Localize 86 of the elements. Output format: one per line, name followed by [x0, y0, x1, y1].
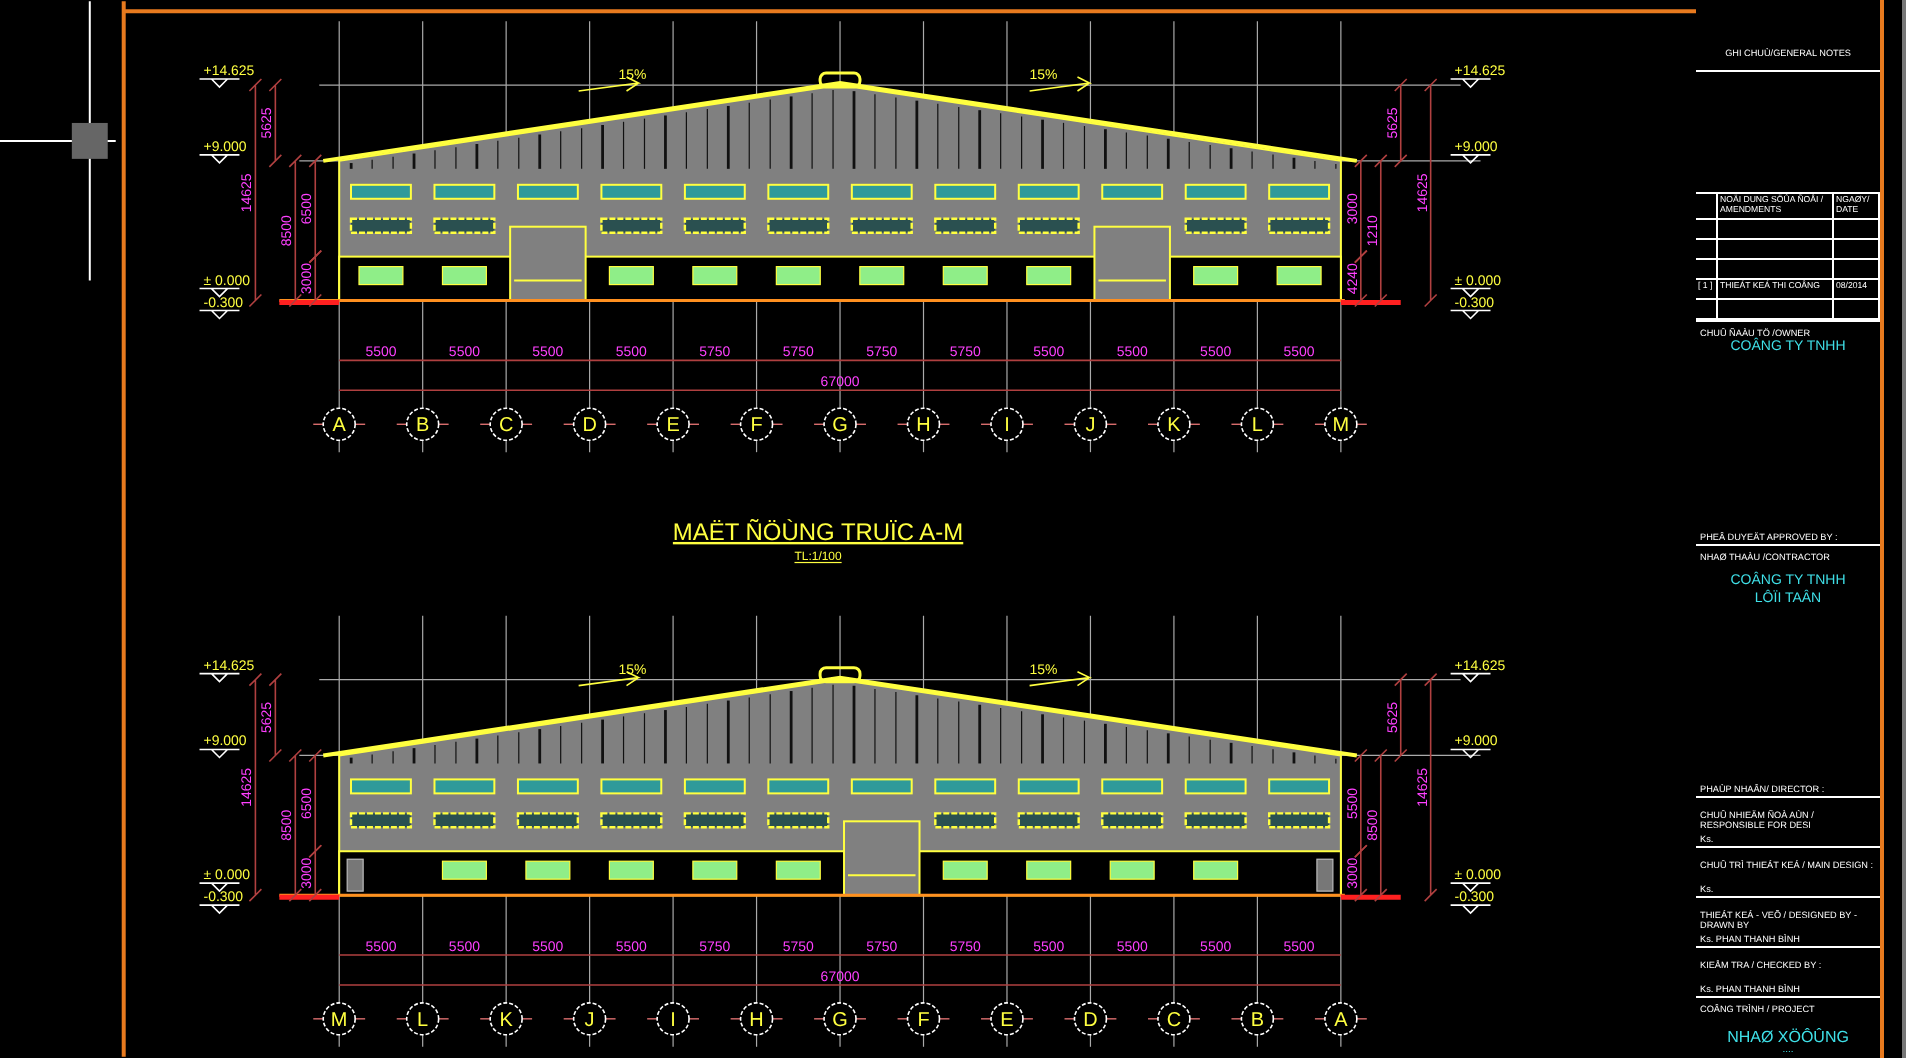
axis-circle [489, 407, 523, 441]
level-marker-icon [198, 672, 241, 683]
level-marker-icon [1449, 748, 1492, 759]
axis-circle [322, 407, 356, 441]
level-marker-icon [198, 154, 241, 164]
level-marker-icon [1449, 904, 1492, 915]
axis-circle [906, 407, 941, 441]
axis-circle [823, 1002, 857, 1036]
table-cell [1696, 240, 1719, 260]
axis-circle [1240, 407, 1275, 441]
drawing-title: MAËT ÑÖÙNG TRUÏC A-M [672, 517, 964, 546]
axis-label: J [1085, 415, 1096, 438]
axis-label: L [417, 1009, 429, 1032]
axis-circle [572, 1002, 607, 1036]
level-marker-icon [1449, 672, 1492, 683]
axis-circle [405, 1002, 440, 1036]
axis-label: J [584, 1009, 595, 1032]
slope-arrow-icon [577, 76, 642, 92]
axis-label: I [1004, 415, 1010, 438]
level-marker-icon [1449, 309, 1492, 320]
level-marker-icon [198, 904, 241, 915]
crosshair-cursor-icon [0, 0, 117, 282]
axis-label: D [582, 415, 597, 438]
axis-label: K [499, 1009, 513, 1032]
slope-arrow-icon [1028, 76, 1093, 92]
level-marker-icon [198, 287, 241, 298]
axis-label: G [832, 1009, 848, 1032]
table-cell [1834, 220, 1881, 240]
table-cell [1834, 260, 1881, 280]
dimension-line [1393, 78, 1408, 168]
axis-label: F [917, 1009, 930, 1032]
axis-label: C [498, 415, 514, 438]
axis-circle [739, 407, 774, 441]
table-cell [1834, 240, 1881, 260]
table-cell [1696, 220, 1719, 240]
table-cell [1696, 260, 1719, 280]
axis-circle [656, 1002, 690, 1036]
axis-label: F [750, 415, 763, 438]
axis-label: B [1250, 1009, 1265, 1032]
axis-label: H [916, 415, 931, 438]
axis-label: M [1332, 415, 1350, 438]
table-cell [1718, 240, 1835, 260]
axis-label: K [1167, 415, 1181, 438]
axis-label: E [1000, 1009, 1014, 1032]
axis-circle [405, 407, 440, 441]
axis-label: D [1083, 1009, 1098, 1032]
dimension-line [1393, 672, 1408, 763]
axis-circle [990, 1002, 1024, 1036]
axis-label: L [1251, 415, 1263, 438]
axis-circle [1240, 1002, 1275, 1036]
axis-label: H [749, 1009, 764, 1032]
level-marker-icon [1449, 154, 1492, 164]
table-cell [1718, 260, 1835, 280]
level-marker-icon [1449, 78, 1492, 89]
table-cell [1718, 220, 1835, 240]
axis-label: B [416, 415, 430, 438]
axis-circle [572, 407, 607, 441]
axis-label: C [1166, 1009, 1182, 1032]
level-marker-icon [198, 748, 241, 759]
axis-label: G [832, 415, 848, 438]
axis-circle [1073, 407, 1108, 441]
axis-circle [1073, 1002, 1108, 1036]
dimension-line [268, 78, 283, 168]
axis-circle [990, 407, 1024, 441]
axis-circle [906, 1002, 941, 1036]
axis-circle [823, 407, 857, 441]
axis-circle [1324, 1002, 1358, 1036]
axis-label: M [330, 1009, 348, 1032]
axis-label: A [332, 415, 346, 438]
axis-circle [322, 1002, 356, 1036]
axis-circle [1157, 1002, 1191, 1036]
level-marker-icon [198, 309, 241, 320]
level-marker-icon [198, 882, 241, 893]
axis-circle [489, 1002, 523, 1036]
axis-label: A [1334, 1009, 1348, 1032]
axis-circle [1324, 407, 1358, 441]
axis-circle [1157, 407, 1191, 441]
level-marker-icon [1449, 882, 1492, 893]
axis-circle [739, 1002, 774, 1036]
dimension-line [268, 672, 283, 763]
level-marker-icon [1449, 287, 1492, 298]
project-name: NHAØ XÖÔÛNG [1725, 1026, 1851, 1047]
axis-circle [656, 407, 690, 441]
axis-label: I [670, 1009, 676, 1032]
axis-label: E [666, 415, 680, 438]
level-marker-icon [198, 78, 241, 89]
